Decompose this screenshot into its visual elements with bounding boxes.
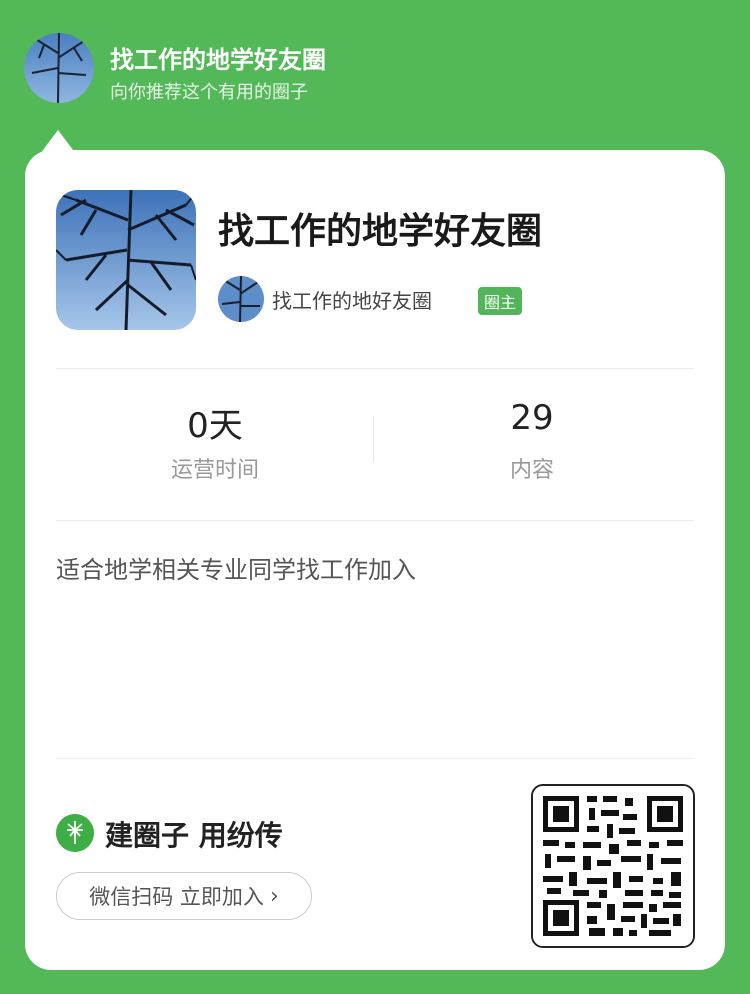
brand-slogan: 建圈子 用纷传: [105, 819, 283, 852]
header-title: 找工作的地学好友圈: [110, 46, 326, 74]
qr-code-icon: [531, 784, 695, 948]
header-avatar: [24, 33, 94, 103]
circle-title: 找工作的地学好友圈: [218, 211, 543, 252]
dandelion-icon: [56, 814, 94, 852]
stat-days-value: 0天: [187, 406, 243, 446]
owner-avatar[interactable]: [218, 276, 264, 322]
join-button[interactable]: 微信扫码 立即加入 ›: [56, 872, 312, 920]
circle-card: 找工作的地学好友圈 找工作的地好友圈 圈主 0天 运营时间 29 内容 适合地学…: [25, 150, 725, 970]
divider: [56, 368, 694, 369]
chevron-right-icon: ›: [269, 883, 279, 909]
divider: [56, 758, 694, 759]
owner-badge: 圈主: [478, 287, 523, 315]
circle-description: 适合地学相关专业同学找工作加入: [56, 556, 416, 584]
stat-days-label: 运营时间: [170, 458, 259, 483]
divider: [56, 520, 694, 521]
stat-separator: [373, 416, 374, 462]
header-subtitle: 向你推荐这个有用的圈子: [110, 82, 308, 103]
owner-name[interactable]: 找工作的地好友圈: [272, 285, 432, 314]
stat-content-value: 29: [510, 398, 554, 438]
stat-content-label: 内容: [509, 458, 554, 483]
join-button-label: 微信扫码 立即加入: [89, 885, 264, 909]
circle-cover-image: [56, 190, 196, 330]
